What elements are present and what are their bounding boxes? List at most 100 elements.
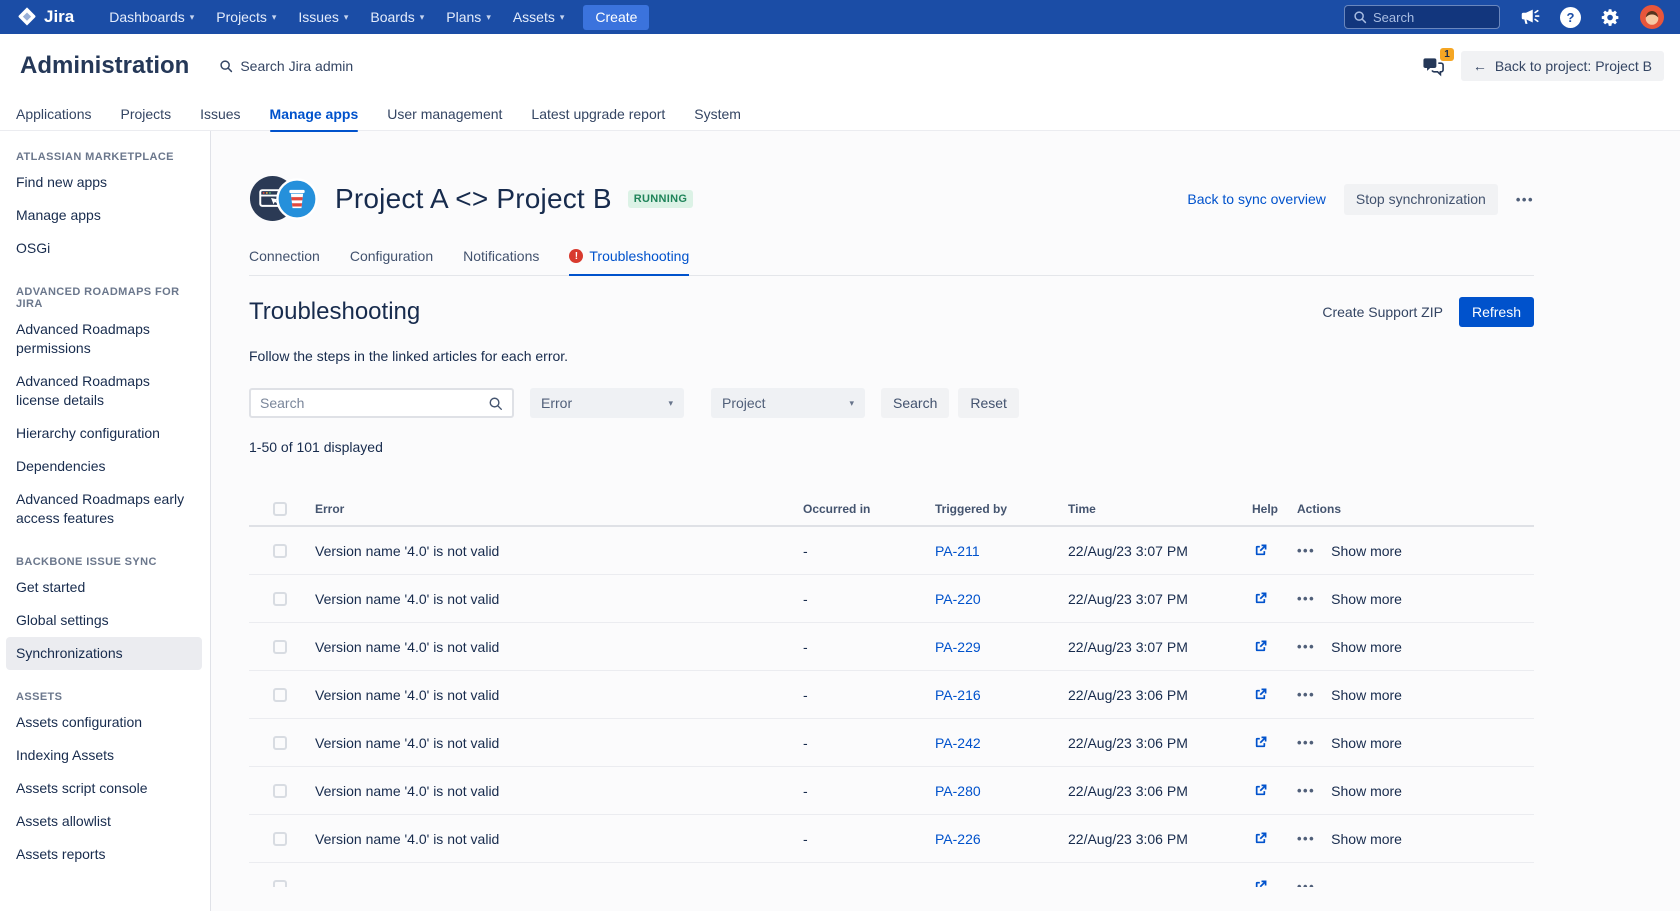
row-more-menu[interactable]: ••• xyxy=(1297,639,1315,654)
col-time: Time xyxy=(1068,502,1252,516)
nav-issues[interactable]: Issues▾ xyxy=(287,0,359,34)
row-more-menu[interactable]: ••• xyxy=(1297,879,1315,887)
announcements-icon[interactable] xyxy=(1519,6,1541,28)
row-more-menu[interactable]: ••• xyxy=(1297,783,1315,798)
jira-mark-icon xyxy=(16,6,38,28)
tab-troubleshooting[interactable]: ! Troubleshooting xyxy=(569,248,689,275)
error-search-input[interactable] xyxy=(260,395,482,411)
row-checkbox[interactable] xyxy=(273,784,287,798)
sidebar-item-ar-permissions[interactable]: Advanced Roadmaps permissions xyxy=(6,313,202,365)
external-link-icon[interactable] xyxy=(1252,782,1297,799)
sidebar-item-assets-configuration[interactable]: Assets configuration xyxy=(6,706,202,739)
show-more-button[interactable]: Show more xyxy=(1331,543,1402,559)
notification-icon[interactable]: 1 xyxy=(1421,55,1446,78)
external-link-icon[interactable] xyxy=(1252,590,1297,607)
sidebar-item-hierarchy-configuration[interactable]: Hierarchy configuration xyxy=(6,417,202,450)
back-to-sync-overview-link[interactable]: Back to sync overview xyxy=(1187,191,1326,207)
sidebar-item-find-new-apps[interactable]: Find new apps xyxy=(6,166,202,199)
tab-latest-upgrade-report[interactable]: Latest upgrade report xyxy=(531,98,665,131)
refresh-button[interactable]: Refresh xyxy=(1459,297,1534,327)
row-more-menu[interactable]: ••• xyxy=(1297,591,1315,606)
global-search[interactable] xyxy=(1344,5,1500,29)
sidebar-item-synchronizations[interactable]: Synchronizations xyxy=(6,637,202,670)
external-link-icon[interactable] xyxy=(1252,686,1297,703)
tab-manage-apps[interactable]: Manage apps xyxy=(270,98,359,131)
nav-plans[interactable]: Plans▾ xyxy=(435,0,502,34)
show-more-button[interactable]: Show more xyxy=(1331,639,1402,655)
tab-projects[interactable]: Projects xyxy=(121,98,172,131)
nav-dashboards[interactable]: Dashboards▾ xyxy=(98,0,205,34)
row-checkbox[interactable] xyxy=(273,688,287,702)
sidebar-item-assets-allowlist[interactable]: Assets allowlist xyxy=(6,805,202,838)
sidebar-item-osgi[interactable]: OSGi xyxy=(6,232,202,265)
sidebar-item-assets-reports[interactable]: Assets reports xyxy=(6,838,202,871)
top-navbar: Jira Dashboards▾ Projects▾ Issues▾ Board… xyxy=(0,0,1680,34)
tab-issues[interactable]: Issues xyxy=(200,98,240,131)
sidebar-item-indexing-assets[interactable]: Indexing Assets xyxy=(6,739,202,772)
issue-link[interactable]: PA-242 xyxy=(935,735,981,751)
create-button[interactable]: Create xyxy=(583,5,649,30)
row-checkbox[interactable] xyxy=(273,640,287,654)
row-more-menu[interactable]: ••• xyxy=(1297,735,1315,750)
tab-configuration[interactable]: Configuration xyxy=(350,248,433,275)
sidebar-item-assets-script-console[interactable]: Assets script console xyxy=(6,772,202,805)
help-icon[interactable]: ? xyxy=(1560,7,1581,28)
issue-link[interactable]: PA-226 xyxy=(935,831,981,847)
row-more-menu[interactable]: ••• xyxy=(1297,831,1315,846)
sidebar-item-manage-apps[interactable]: Manage apps xyxy=(6,199,202,232)
create-support-zip-button[interactable]: Create Support ZIP xyxy=(1322,304,1443,320)
tab-connection[interactable]: Connection xyxy=(249,248,320,275)
show-more-button[interactable]: Show more xyxy=(1331,591,1402,607)
filter-search-button[interactable]: Search xyxy=(881,388,949,418)
filter-reset-button[interactable]: Reset xyxy=(958,388,1019,418)
jira-logo[interactable]: Jira xyxy=(16,6,74,28)
sidebar-item-dependencies[interactable]: Dependencies xyxy=(6,450,202,483)
time-cell: 22/Aug/23 3:07 PM xyxy=(1068,591,1252,607)
sidebar-item-global-settings[interactable]: Global settings xyxy=(6,604,202,637)
occurred-in-cell: - xyxy=(803,591,935,607)
select-all-checkbox[interactable] xyxy=(273,502,287,516)
tab-notifications[interactable]: Notifications xyxy=(463,248,539,275)
gear-icon[interactable] xyxy=(1600,7,1621,28)
error-dropdown[interactable]: Error ▾ xyxy=(530,388,684,418)
row-checkbox[interactable] xyxy=(273,880,287,888)
issue-link[interactable]: PA-229 xyxy=(935,639,981,655)
issue-link[interactable]: PA-280 xyxy=(935,783,981,799)
external-link-icon[interactable] xyxy=(1252,830,1297,847)
tab-system[interactable]: System xyxy=(694,98,741,131)
global-search-input[interactable] xyxy=(1373,10,1491,25)
nav-assets[interactable]: Assets▾ xyxy=(502,0,576,34)
row-checkbox[interactable] xyxy=(273,544,287,558)
admin-search[interactable]: Search Jira admin xyxy=(219,58,353,74)
row-checkbox[interactable] xyxy=(273,592,287,606)
external-link-icon[interactable] xyxy=(1252,638,1297,655)
show-more-button[interactable]: Show more xyxy=(1331,783,1402,799)
show-more-button[interactable]: Show more xyxy=(1331,735,1402,751)
sidebar-item-ar-license[interactable]: Advanced Roadmaps license details xyxy=(6,365,202,417)
row-more-menu[interactable]: ••• xyxy=(1297,687,1315,702)
section-backbone-issue-sync: BACKBONE ISSUE SYNC xyxy=(6,548,202,571)
nav-boards[interactable]: Boards▾ xyxy=(359,0,435,34)
error-search-field[interactable] xyxy=(249,388,514,418)
show-more-button[interactable]: Show more xyxy=(1331,687,1402,703)
sidebar-item-get-started[interactable]: Get started xyxy=(6,571,202,604)
row-more-menu[interactable]: ••• xyxy=(1297,543,1315,558)
external-link-icon[interactable] xyxy=(1252,878,1297,887)
external-link-icon[interactable] xyxy=(1252,734,1297,751)
show-more-button[interactable]: Show more xyxy=(1331,831,1402,847)
back-to-project-button[interactable]: ← Back to project: Project B xyxy=(1461,51,1664,81)
sidebar-item-ar-early-access[interactable]: Advanced Roadmaps early access features xyxy=(6,483,202,535)
issue-link[interactable]: PA-216 xyxy=(935,687,981,703)
user-avatar[interactable] xyxy=(1640,5,1664,29)
stop-synchronization-button[interactable]: Stop synchronization xyxy=(1344,184,1498,215)
row-checkbox[interactable] xyxy=(273,832,287,846)
nav-projects[interactable]: Projects▾ xyxy=(205,0,287,34)
issue-link[interactable]: PA-211 xyxy=(935,543,980,559)
project-dropdown[interactable]: Project ▾ xyxy=(711,388,865,418)
row-checkbox[interactable] xyxy=(273,736,287,750)
issue-link[interactable]: PA-220 xyxy=(935,591,981,607)
external-link-icon[interactable] xyxy=(1252,542,1297,559)
sync-more-menu[interactable]: ••• xyxy=(1516,192,1534,207)
tab-user-management[interactable]: User management xyxy=(387,98,502,131)
tab-applications[interactable]: Applications xyxy=(16,98,92,131)
